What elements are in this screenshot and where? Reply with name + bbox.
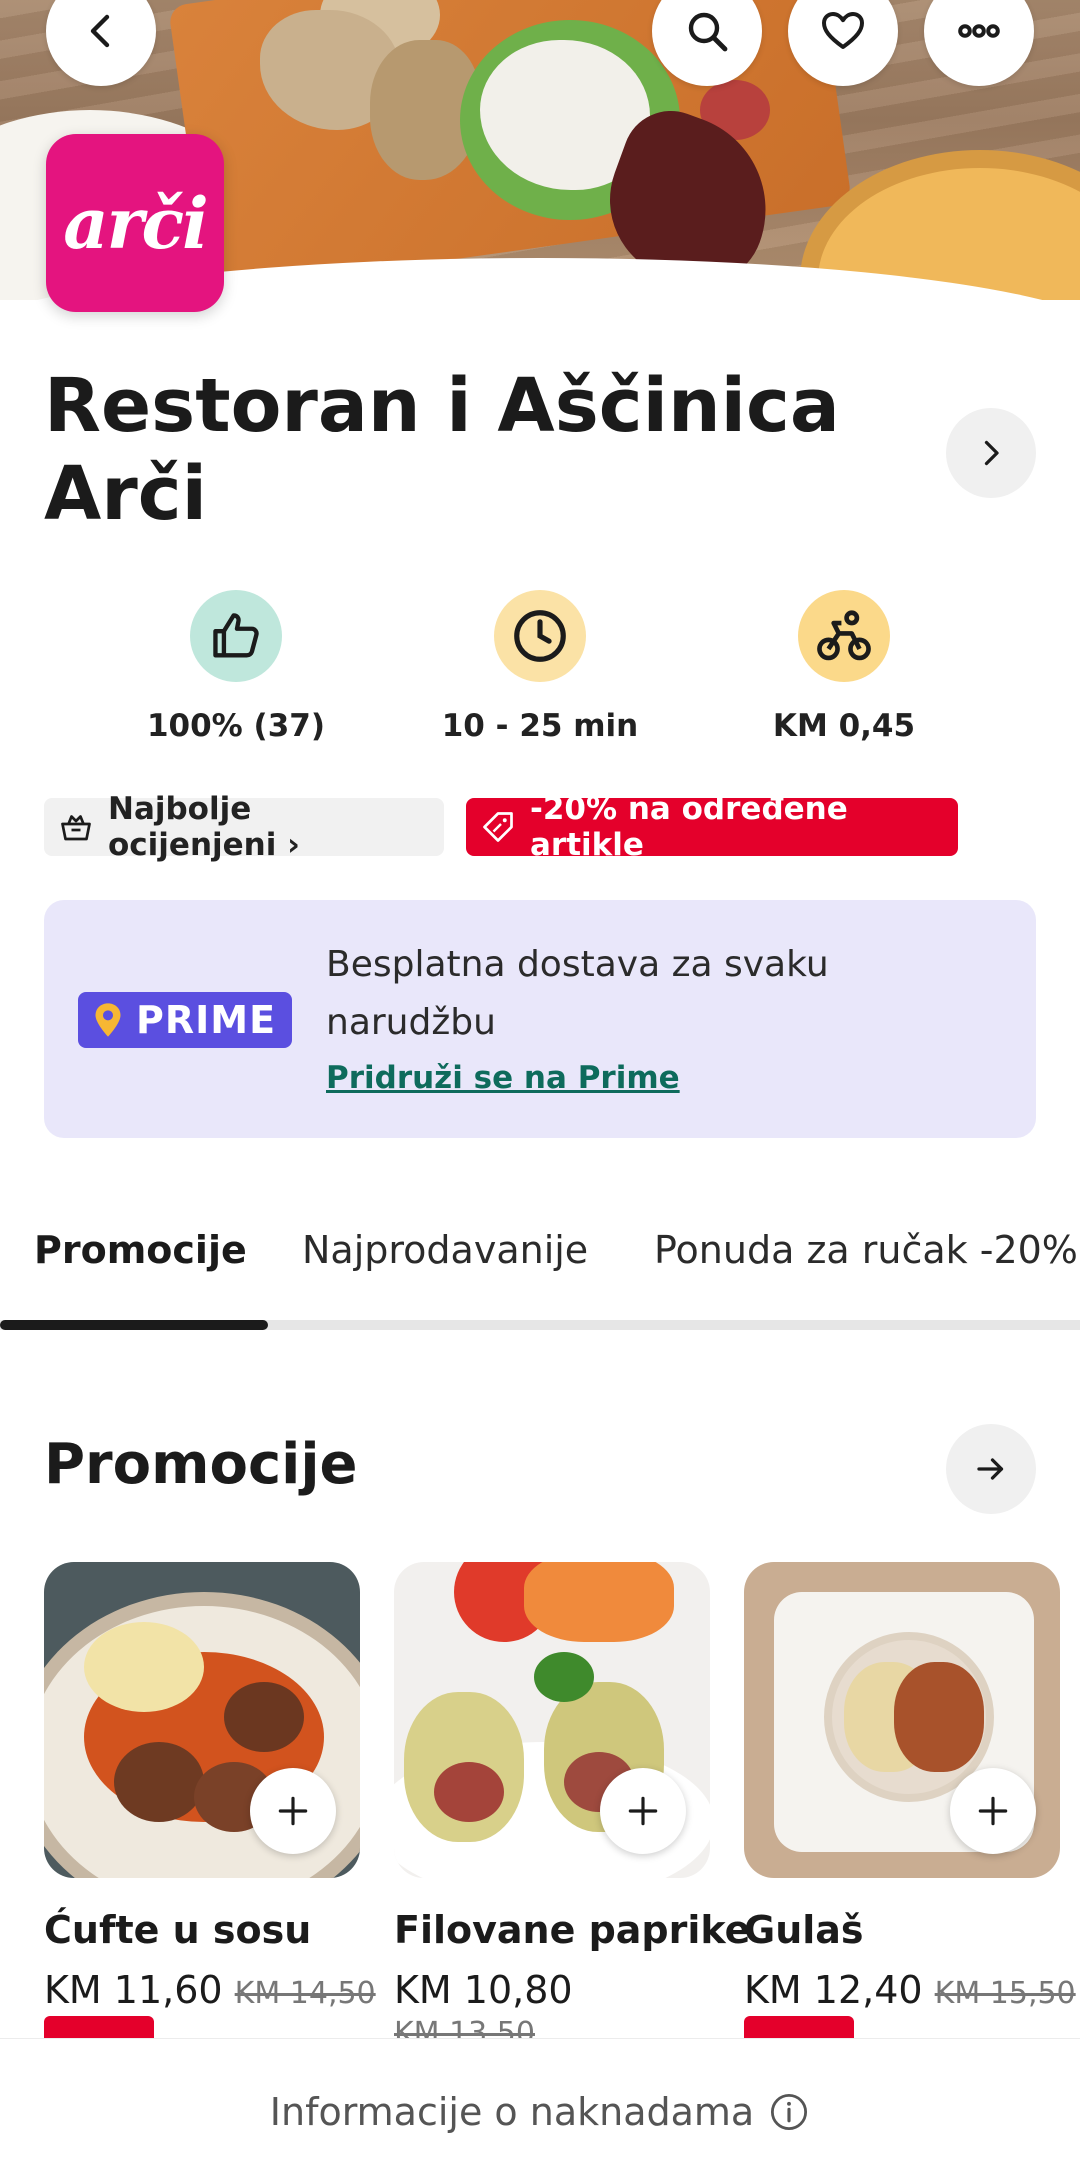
info-icon — [771, 2093, 808, 2130]
delivery-time-value: 10 - 25 min — [441, 708, 639, 744]
plus-icon — [628, 1796, 658, 1826]
product-image — [744, 1562, 1060, 1878]
crown-basket-icon — [61, 815, 91, 841]
restaurant-logo: arči — [46, 134, 224, 312]
plus-icon — [278, 1796, 308, 1826]
discount-tag[interactable]: -20% na određene artikle — [466, 791, 958, 863]
top-rated-tag[interactable]: Najbolje ocijenjeni › — [44, 791, 444, 863]
product-card[interactable]: Ćufte u sosu KM 11,60 KM 14,50 — [44, 1562, 376, 2046]
prime-banner[interactable]: PRIME Besplatna dostava za svaku narudžb… — [44, 900, 1036, 1138]
rating-value: 100% (37) — [146, 708, 326, 744]
prime-join-link[interactable]: Pridruži se na Prime — [326, 1060, 680, 1096]
product-old-price: KM 14,50 — [234, 1976, 376, 2011]
plus-icon — [978, 1796, 1008, 1826]
delivery-time-stat: 10 - 25 min — [430, 590, 650, 744]
tab-promocije[interactable]: Promocije — [34, 1228, 247, 1272]
product-image — [394, 1562, 710, 1878]
bike-courier-icon — [798, 590, 890, 682]
discount-tag-icon — [483, 812, 513, 842]
more-horizontal-icon — [958, 24, 1000, 38]
fee-info-footer[interactable]: Informacije o naknadama — [0, 2038, 1080, 2184]
restaurant-name: Restoran i Aščinica Arči — [44, 363, 840, 537]
product-name: Gulaš — [744, 1908, 864, 1952]
tab-najprodavanije[interactable]: Najprodavanije — [302, 1228, 588, 1272]
product-name: Ćufte u sosu — [44, 1908, 312, 1952]
prime-description: Besplatna dostava za svaku narudžbu — [326, 944, 829, 1043]
clock-icon — [494, 590, 586, 682]
product-image — [44, 1562, 360, 1878]
search-icon — [688, 12, 728, 52]
delivery-fee-stat: KM 0,45 — [734, 590, 954, 744]
arrow-right-icon — [977, 1458, 1004, 1480]
product-old-price: KM 15,50 — [934, 1976, 1076, 2011]
rating-stat: 100% (37) — [126, 590, 346, 744]
tab-indicator — [0, 1320, 268, 1330]
heart-icon — [822, 12, 864, 49]
thumbs-up-icon — [190, 590, 282, 682]
product-price: KM 10,80 — [394, 1968, 573, 2012]
chevron-right-icon — [984, 440, 999, 466]
add-to-cart-button[interactable] — [950, 1768, 1036, 1854]
prime-pin-icon — [95, 1003, 121, 1037]
chevron-left-icon — [90, 14, 110, 48]
restaurant-info-button[interactable] — [946, 408, 1036, 498]
product-name: Filovane paprike — [394, 1908, 751, 1952]
product-price: KM 11,60 KM 14,50 — [44, 1968, 376, 2012]
section-title: Promocije — [44, 1432, 358, 1497]
section-see-all-button[interactable] — [946, 1424, 1036, 1514]
tab-ponuda-za-rucak[interactable]: Ponuda za ručak -20% — [654, 1228, 1078, 1272]
prime-badge: PRIME — [78, 992, 292, 1048]
delivery-fee-value: KM 0,45 — [772, 708, 916, 744]
fee-info-label: Informacije o naknadama — [269, 2089, 755, 2134]
add-to-cart-button[interactable] — [250, 1768, 336, 1854]
product-card[interactable]: Gulaš KM 12,40 KM 15,50 — [744, 1562, 1076, 2046]
product-card[interactable]: Filovane paprike KM 10,80 KM 13,50 — [394, 1562, 751, 2051]
add-to-cart-button[interactable] — [600, 1768, 686, 1854]
product-price: KM 12,40 KM 15,50 — [744, 1968, 1076, 2012]
discount-label: -20% na određene artikle — [530, 791, 848, 863]
top-rated-label: Najbolje ocijenjeni › — [108, 791, 300, 863]
